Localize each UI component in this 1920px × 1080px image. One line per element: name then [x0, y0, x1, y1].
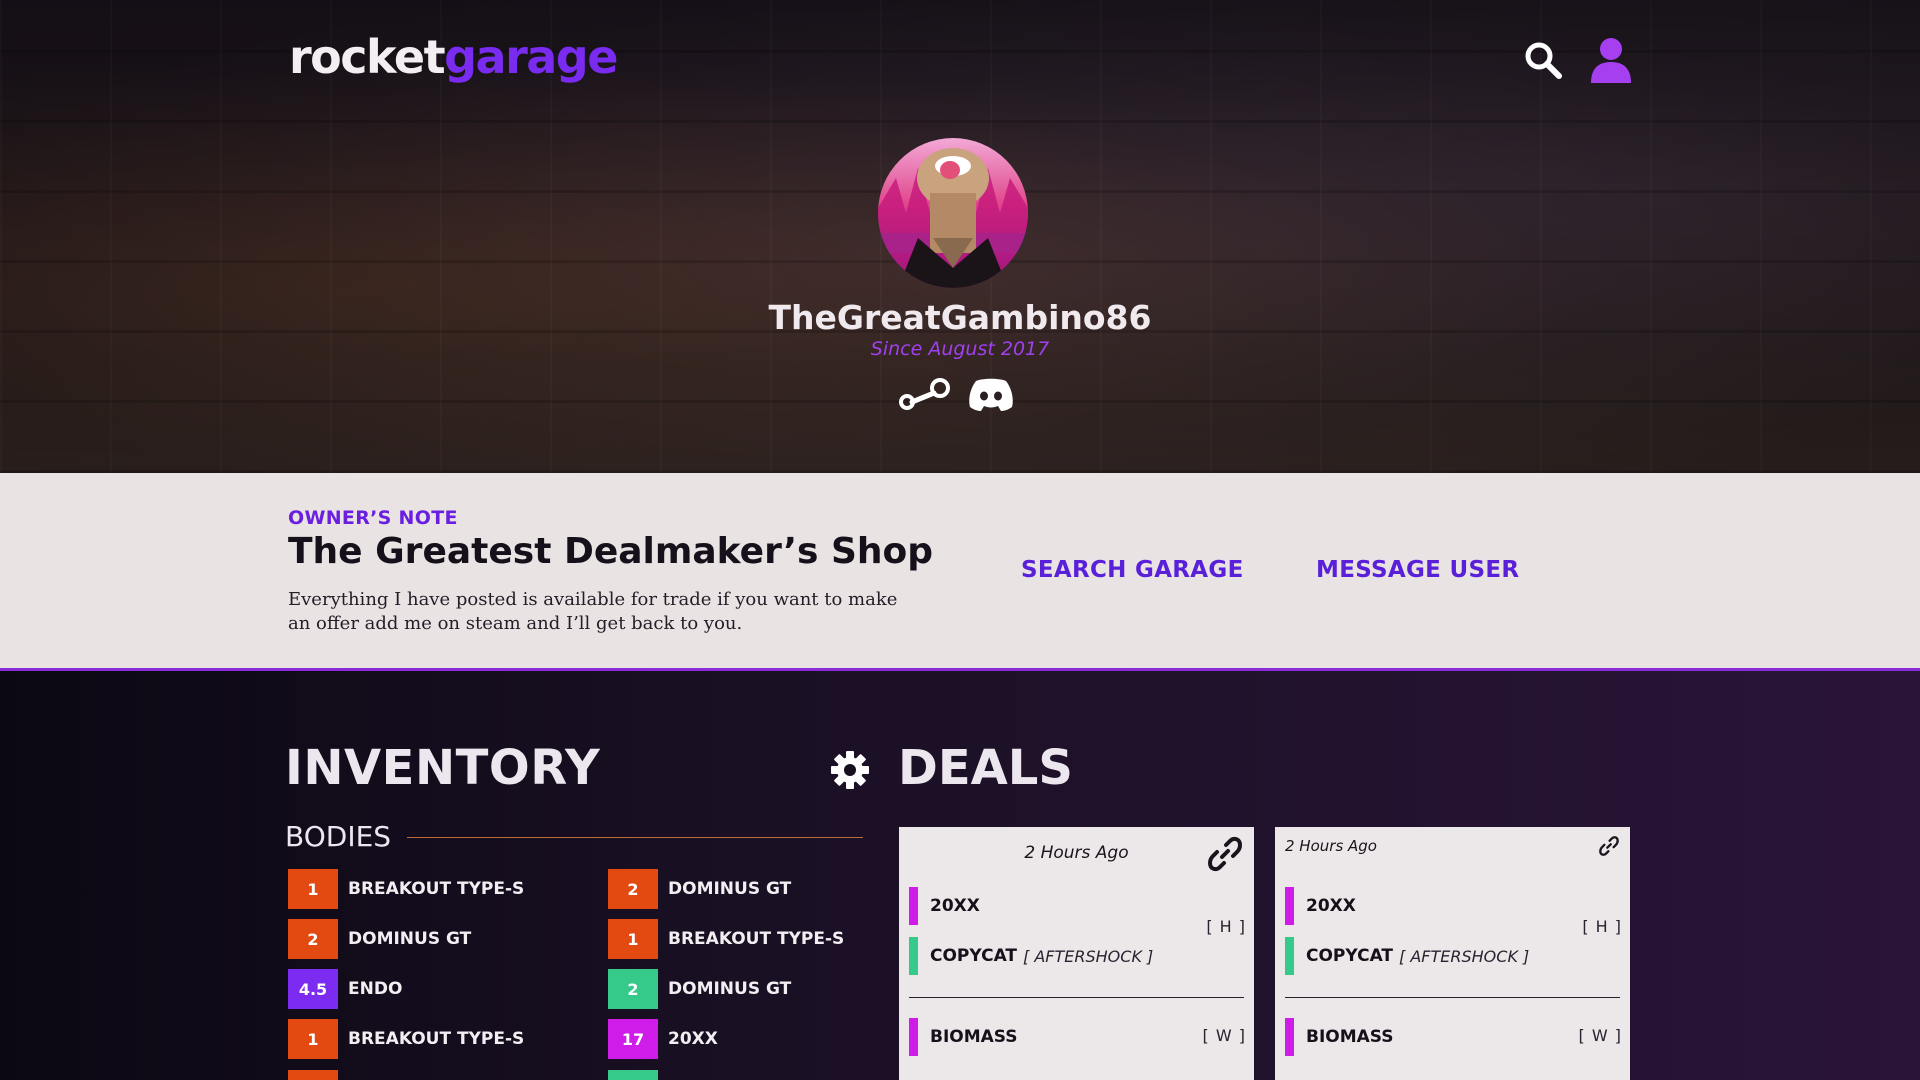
discord-icon[interactable]	[968, 377, 1014, 415]
quantity-badge: 1	[288, 869, 338, 909]
item-name: BIOMASS	[930, 1027, 1018, 1047]
item-name: BREAKOUT TYPE-S	[348, 879, 525, 899]
inventory-item[interactable]: 2 DOMINUS GT	[288, 919, 471, 959]
message-user-link[interactable]: MESSAGE USER	[1316, 557, 1519, 583]
shop-title: The Greatest Dealmaker’s Shop	[288, 531, 934, 572]
item-name: COPYCAT	[930, 946, 1018, 966]
inventory-item[interactable]: 1 BREAKOUT TYPE-S	[288, 869, 524, 909]
item-variant: [ AFTERSHOCK ]	[1023, 946, 1154, 966]
user-icon[interactable]	[1590, 36, 1632, 84]
have-tag: [ H ]	[1582, 917, 1622, 936]
search-garage-link[interactable]: SEARCH GARAGE	[1021, 557, 1244, 583]
owner-note-section: OWNER’S NOTE The Greatest Dealmaker’s Sh…	[0, 473, 1920, 671]
item-name: DOMINUS GT	[668, 879, 792, 899]
deals-title: DEALS	[898, 740, 1073, 796]
inventory-item[interactable]: 1 BREAKOUT TYPE-S	[608, 919, 844, 959]
item-name: 20XX	[668, 1029, 718, 1049]
item-name: 20XX	[930, 896, 980, 916]
deal-have-item: 20XX	[909, 887, 980, 925]
deal-want-item: BIOMASS	[1285, 1018, 1394, 1056]
inventory-item[interactable]: 1 BREAKOUT TYPE-S	[288, 1019, 524, 1059]
steam-icon[interactable]	[898, 378, 950, 414]
item-name: DOMINUS GT	[348, 929, 472, 949]
inventory-item[interactable]: 2 DOMINUS GT	[608, 969, 791, 1009]
profile-username: TheGreatGambino86	[768, 298, 1152, 337]
quantity-badge: 2	[608, 969, 658, 1009]
quantity-badge: 1	[288, 1019, 338, 1059]
owner-note-text: Everything I have posted is available fo…	[288, 589, 898, 634]
rocketgarage-logo[interactable]: rocketgarage	[289, 30, 618, 84]
deal-want-item: BIOMASS	[909, 1018, 1018, 1056]
bodies-section-label: BODIES	[285, 820, 392, 853]
gear-icon[interactable]	[830, 750, 870, 794]
divider	[1285, 997, 1620, 998]
link-icon[interactable]	[1206, 835, 1244, 877]
inventory-item[interactable]: 17 20XX	[608, 1019, 718, 1059]
search-icon[interactable]	[1522, 36, 1564, 84]
inventory-item[interactable]: 2 DOMINUS GT	[608, 869, 791, 909]
divider	[909, 997, 1244, 998]
quantity-badge: 17	[608, 1019, 658, 1059]
have-tag: [ H ]	[1206, 917, 1246, 936]
member-since: Since August 2017	[870, 338, 1050, 360]
section-divider	[407, 837, 863, 838]
item-name: BIOMASS	[1306, 1027, 1394, 1047]
want-tag: [ W ]	[1202, 1026, 1246, 1045]
quantity-badge: 1	[608, 919, 658, 959]
deal-have-item: 20XX	[1285, 887, 1356, 925]
inventory-item[interactable]: 4.5 ENDO	[288, 969, 402, 1009]
quantity-badge: 2	[608, 869, 658, 909]
avatar[interactable]	[878, 138, 1028, 288]
quantity-badge: 2	[288, 919, 338, 959]
item-name: DOMINUS GT	[668, 979, 792, 999]
item-name: ENDO	[348, 979, 403, 999]
deal-card[interactable]: 2 Hours Ago 20XX [ H ] COPYCAT [ AFTERSH…	[899, 827, 1254, 1080]
deal-card[interactable]: 2 Hours Ago 20XX [ H ] COPYCAT [ AFTERSH…	[1275, 827, 1630, 1080]
quantity-badge	[608, 1070, 658, 1080]
want-tag: [ W ]	[1578, 1026, 1622, 1045]
item-name: COPYCAT	[1306, 946, 1394, 966]
quantity-badge: 4.5	[288, 969, 338, 1009]
deal-timestamp: 2 Hours Ago	[1285, 837, 1377, 855]
item-name: BREAKOUT TYPE-S	[668, 929, 845, 949]
owner-note-label: OWNER’S NOTE	[288, 507, 458, 529]
item-name: 20XX	[1306, 896, 1356, 916]
item-name: BREAKOUT TYPE-S	[348, 1029, 525, 1049]
inventory-title: INVENTORY	[285, 740, 601, 796]
deal-have-item: COPYCAT [ AFTERSHOCK ]	[1285, 937, 1529, 975]
link-icon[interactable]	[1598, 835, 1620, 861]
deal-have-item: COPYCAT [ AFTERSHOCK ]	[909, 937, 1153, 975]
item-variant: [ AFTERSHOCK ]	[1399, 946, 1530, 966]
profile-hero: rocketgarage TheGreatGambino86 Since Aug…	[0, 0, 1920, 473]
deal-timestamp: 2 Hours Ago	[1024, 843, 1129, 863]
quantity-badge	[288, 1070, 338, 1080]
